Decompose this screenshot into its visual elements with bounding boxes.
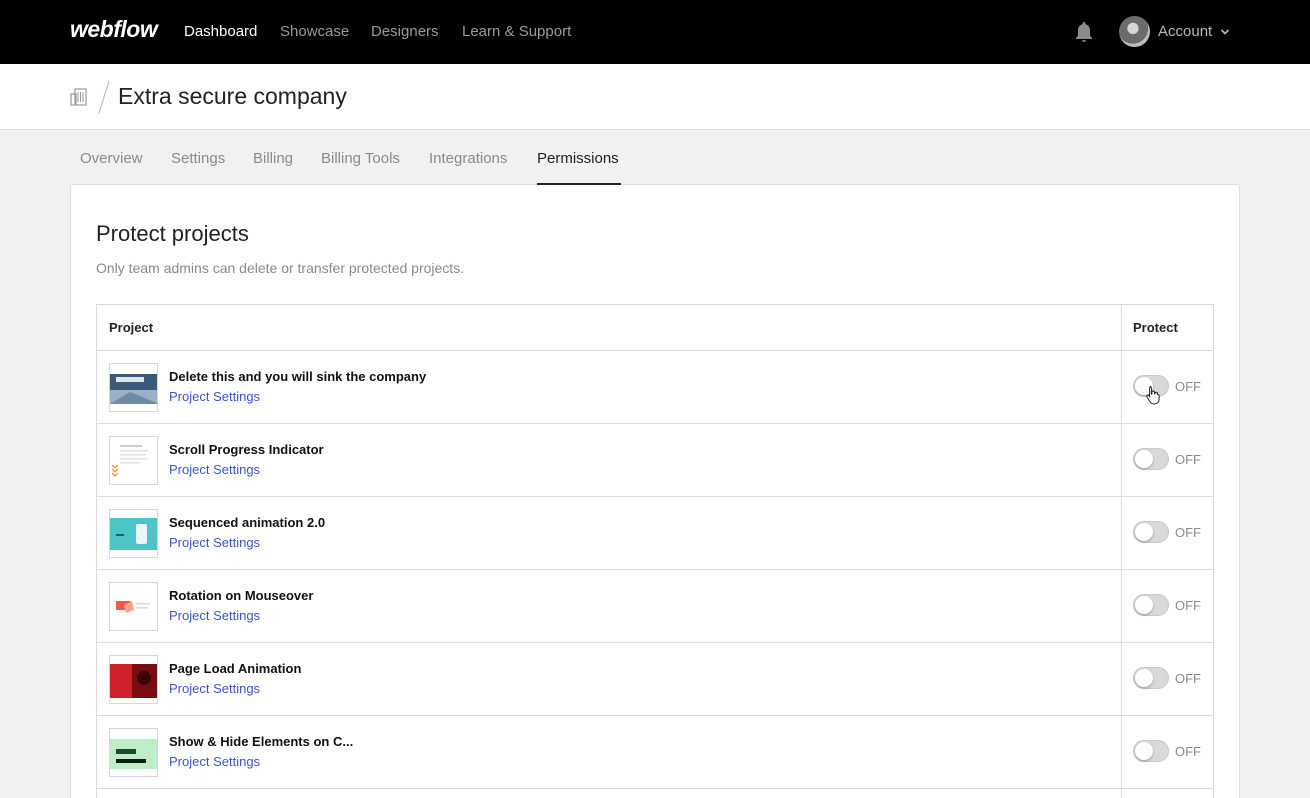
hand-cursor-icon: [1146, 386, 1160, 405]
toggle-state-label: OFF: [1175, 452, 1201, 467]
bell-icon[interactable]: [1072, 20, 1096, 44]
project-thumbnail[interactable]: [109, 582, 158, 631]
tab-billing-tools[interactable]: Billing Tools: [321, 150, 400, 167]
section-title: Protect projects: [96, 221, 249, 246]
project-settings-link[interactable]: Project Settings: [169, 608, 260, 623]
company-header: Extra secure company: [0, 64, 1310, 130]
tab-overview[interactable]: Overview: [80, 150, 143, 167]
tab-settings[interactable]: Settings: [171, 150, 225, 167]
project-settings-link[interactable]: Project Settings: [169, 681, 260, 696]
table-row: Show & Hide Elements on C... Project Set…: [97, 716, 1213, 789]
protect-toggle[interactable]: [1133, 667, 1169, 689]
project-settings-link[interactable]: Project Settings: [169, 754, 260, 769]
protect-toggle[interactable]: [1133, 740, 1169, 762]
project-thumbnail[interactable]: [109, 655, 158, 704]
webflow-logo[interactable]: webflow: [70, 16, 158, 43]
project-settings-link[interactable]: Project Settings: [169, 389, 260, 404]
toggle-state-label: OFF: [1175, 744, 1201, 759]
top-navbar: webflow Dashboard Showcase Designers Lea…: [0, 0, 1310, 64]
column-header-protect: Protect: [1133, 320, 1178, 335]
column-header-project: Project: [109, 320, 154, 335]
project-settings-link[interactable]: Project Settings: [169, 462, 260, 477]
page-title: Extra secure company: [118, 83, 347, 109]
protect-toggle[interactable]: [1133, 448, 1169, 470]
active-tab-indicator: [537, 183, 621, 185]
nav-link-dashboard[interactable]: Dashboard: [184, 23, 257, 40]
account-menu-label[interactable]: Account: [1158, 23, 1212, 40]
nav-link-showcase[interactable]: Showcase: [280, 23, 349, 40]
nav-link-learn-support[interactable]: Learn & Support: [462, 23, 571, 40]
toggle-state-label: OFF: [1175, 671, 1201, 686]
nav-link-designers[interactable]: Designers: [371, 23, 439, 40]
project-thumbnail[interactable]: [109, 363, 158, 412]
table-row: Delete this and you will sink the compan…: [97, 351, 1213, 424]
project-name: Show & Hide Elements on C...: [169, 734, 354, 749]
project-thumbnail[interactable]: [109, 728, 158, 777]
project-settings-link[interactable]: Project Settings: [169, 535, 260, 550]
tab-billing[interactable]: Billing: [253, 150, 293, 167]
table-row: Page Load Animation Project Settings OFF: [97, 643, 1213, 716]
avatar[interactable]: [1119, 16, 1150, 47]
projects-table: Project Protect Delete this and you will…: [96, 304, 1214, 798]
project-name: Rotation on Mouseover: [169, 588, 314, 603]
protect-toggle[interactable]: [1133, 594, 1169, 616]
building-icon: [70, 88, 87, 106]
tab-permissions[interactable]: Permissions: [537, 150, 619, 167]
project-name: Page Load Animation: [169, 661, 302, 676]
table-row: Scroll Progress Indicator Project Settin…: [97, 424, 1213, 497]
section-description: Only team admins can delete or transfer …: [96, 260, 465, 276]
toggle-state-label: OFF: [1175, 598, 1201, 613]
project-name: Sequenced animation 2.0: [169, 515, 326, 530]
project-thumbnail[interactable]: [109, 436, 158, 485]
chevron-down-icon[interactable]: [1220, 27, 1230, 37]
table-row: Sequenced animation 2.0 Project Settings…: [97, 497, 1213, 570]
project-thumbnail[interactable]: [109, 509, 158, 558]
table-row: Rotation on Mouseover Project Settings O…: [97, 570, 1213, 643]
toggle-state-label: OFF: [1175, 525, 1201, 540]
breadcrumb-separator: [98, 80, 110, 114]
project-name: Delete this and you will sink the compan…: [169, 369, 427, 384]
protect-toggle[interactable]: [1133, 521, 1169, 543]
project-name: Scroll Progress Indicator: [169, 442, 324, 457]
toggle-state-label: OFF: [1175, 379, 1201, 394]
tab-integrations[interactable]: Integrations: [429, 150, 507, 167]
